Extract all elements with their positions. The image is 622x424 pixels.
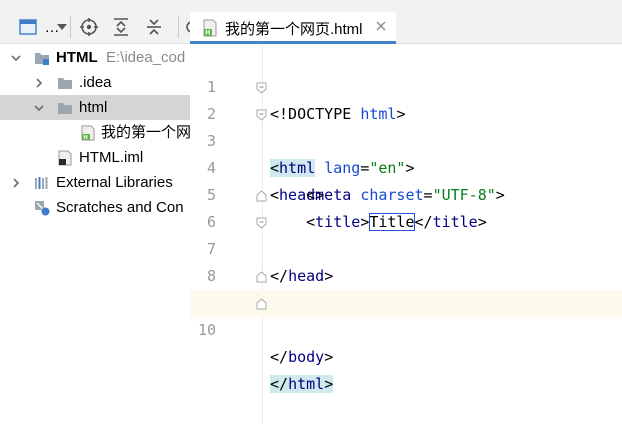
tree-item-iml-file[interactable]: HTML.iml: [0, 145, 190, 170]
editor-tab-bar: H 我的第一个网页.html: [190, 0, 622, 44]
code-line-6[interactable]: 6 </head>: [190, 182, 622, 285]
fold-end-icon[interactable]: [256, 190, 267, 202]
tree-item-label: 我的第一个网: [101, 124, 190, 141]
toolbar-separator: [70, 16, 71, 38]
tree-item-html-module[interactable]: HTML E:\idea_cod: [0, 45, 190, 70]
chevron-down-icon[interactable]: [56, 17, 68, 37]
module-folder-icon: [35, 53, 49, 65]
tree-item-html-folder[interactable]: html: [0, 95, 190, 120]
editor-tab[interactable]: H 我的第一个网页.html: [190, 12, 396, 44]
close-icon[interactable]: [374, 19, 388, 33]
chevron-down-icon[interactable]: [10, 52, 22, 64]
tree-item-label: HTML.iml: [79, 149, 144, 166]
scratches-icon: [35, 201, 50, 216]
fold-end-icon[interactable]: [256, 271, 267, 283]
tree-item-label: html: [79, 99, 108, 116]
svg-text:H: H: [205, 30, 210, 37]
folder-icon: [58, 103, 72, 114]
chevron-down-icon[interactable]: [33, 102, 45, 114]
crosshair-icon[interactable]: [79, 17, 99, 37]
fold-icon[interactable]: [256, 217, 267, 229]
code-text[interactable]: </html>: [270, 371, 334, 398]
editor-tab-label: 我的第一个网页.html: [225, 21, 363, 38]
code-line-8[interactable]: 8: [190, 236, 622, 285]
code-line-7[interactable]: 7 <body>: [190, 209, 622, 312]
html-file-icon: H: [81, 125, 95, 141]
project-toolbar: …: [0, 0, 190, 44]
code-text[interactable]: </body>: [270, 344, 333, 371]
tree-item-external-libraries[interactable]: External Libraries: [0, 170, 190, 195]
libraries-icon: [35, 177, 48, 189]
tree-item-label: .idea: [79, 74, 112, 91]
tree-item-label: Scratches and Con: [56, 199, 184, 216]
code-line-1[interactable]: 1 <!DOCTYPE html>: [190, 47, 622, 123]
project-view-icon[interactable]: [18, 17, 38, 37]
chevron-right-icon[interactable]: [33, 77, 45, 89]
tree-item-scratches[interactable]: Scratches and Con: [0, 195, 190, 220]
code-line-4[interactable]: 4 <meta charset="UTF-8">: [190, 128, 622, 204]
fold-end-icon[interactable]: [256, 298, 267, 310]
tree-item-label: External Libraries: [56, 174, 173, 191]
fold-icon[interactable]: [256, 109, 267, 121]
toolbar-separator: [178, 16, 179, 38]
code-line-2[interactable]: 2 <html lang="en">: [190, 74, 622, 177]
collapse-all-icon[interactable]: [144, 17, 164, 37]
tree-item-idea-folder[interactable]: .idea: [0, 70, 190, 95]
code-line-3[interactable]: 3 <head>: [190, 101, 622, 204]
code-line-9[interactable]: 9 </body>: [190, 263, 622, 366]
folder-icon: [58, 78, 72, 89]
tree-item-html-file[interactable]: H 我的第一个网: [0, 120, 190, 145]
editor-pane: H 我的第一个网页.html 1 <!DOCTYPE html> 2 <html…: [190, 0, 622, 424]
code-line-5[interactable]: 5 <title>Title</title>: [190, 155, 622, 231]
iml-file-icon: [58, 150, 72, 166]
tree-item-label: HTML E:\idea_cod: [56, 49, 186, 66]
code-line-10[interactable]: 10 </html>: [190, 290, 622, 393]
fold-icon[interactable]: [256, 82, 267, 94]
chevron-right-icon[interactable]: [10, 177, 22, 189]
html-file-icon: H: [203, 19, 217, 37]
project-tool-window: … HTML E:\idea_cod .idea html H 我的第一个网 H…: [0, 0, 190, 424]
expand-all-icon[interactable]: [111, 17, 131, 37]
line-number: 10: [197, 321, 216, 339]
svg-text:H: H: [83, 135, 88, 141]
